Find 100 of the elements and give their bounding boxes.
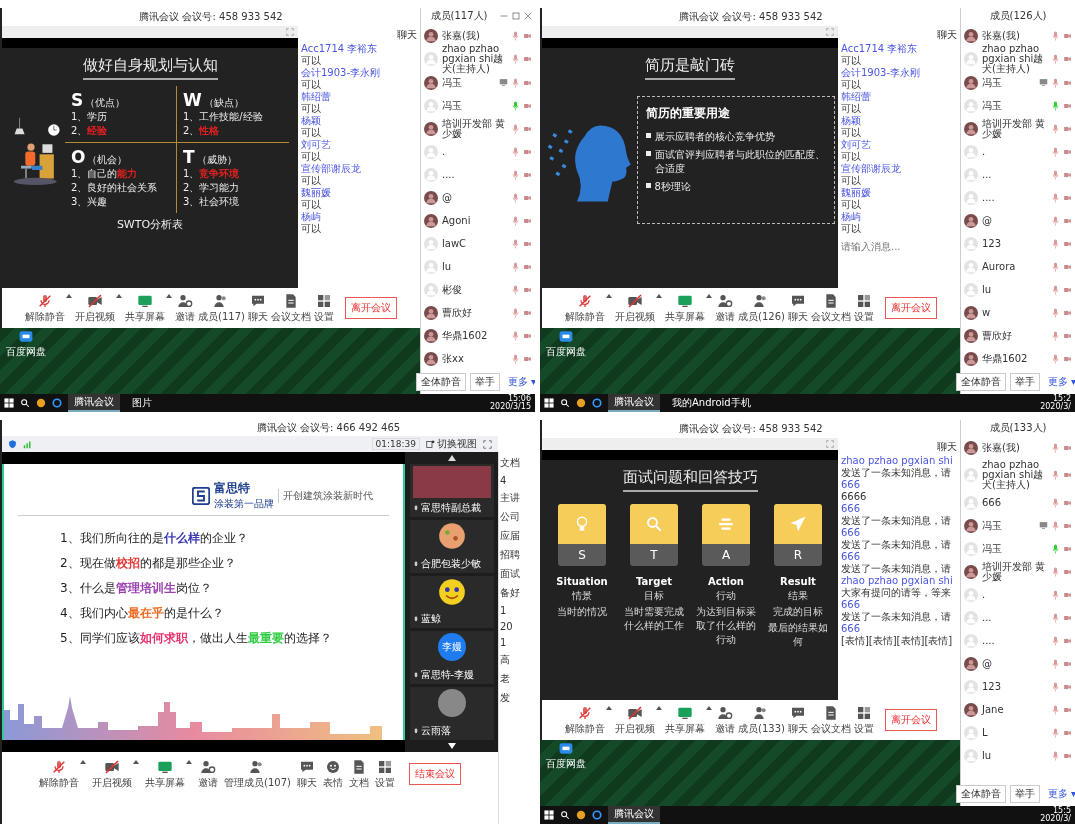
member-action-button[interactable]: 全体静音 bbox=[955, 785, 1006, 803]
muted-mic-icon[interactable] bbox=[1052, 123, 1059, 134]
doc-button[interactable]: 会议文档 bbox=[810, 704, 851, 736]
muted-mic-icon[interactable] bbox=[512, 353, 519, 364]
muted-mic-icon[interactable] bbox=[1052, 704, 1059, 715]
share-button[interactable]: 共享屏幕 bbox=[665, 292, 706, 324]
muted-mic-icon[interactable] bbox=[1052, 307, 1059, 318]
members-button[interactable]: 管理成员(107) bbox=[224, 758, 291, 790]
members-button[interactable]: 成员(126) bbox=[738, 292, 785, 324]
share-button[interactable]: 共享屏幕 bbox=[665, 704, 706, 736]
mic-button[interactable]: 解除静音 bbox=[565, 704, 606, 736]
muted-mic-icon[interactable] bbox=[512, 192, 519, 203]
muted-mic-icon[interactable] bbox=[512, 146, 519, 157]
muted-mic-icon[interactable] bbox=[512, 54, 519, 64]
invite-button[interactable]: 邀请 bbox=[715, 704, 736, 736]
members-button[interactable]: 成员(117) bbox=[198, 292, 245, 324]
share-button[interactable]: 共享屏幕 bbox=[125, 292, 166, 324]
switch-view-button[interactable]: 切换视图 bbox=[426, 437, 477, 451]
video-tile[interactable]: 李嫚 富思特-李嫚 bbox=[409, 631, 494, 685]
settings-button[interactable]: 设置 bbox=[853, 292, 874, 324]
muted-mic-icon[interactable] bbox=[1052, 750, 1059, 761]
video-button[interactable]: 开启视频 bbox=[92, 758, 133, 790]
muted-mic-icon[interactable] bbox=[1052, 284, 1059, 295]
member-action-button[interactable]: 举手 bbox=[469, 373, 500, 391]
muted-mic-icon[interactable] bbox=[1052, 658, 1059, 669]
doc-button[interactable]: 文档 bbox=[348, 758, 369, 790]
muted-mic-icon[interactable] bbox=[512, 30, 519, 41]
leave-meeting-button[interactable]: 离开会议 bbox=[884, 709, 937, 731]
chat-button[interactable]: 聊天 bbox=[787, 292, 808, 324]
muted-mic-icon[interactable] bbox=[512, 123, 519, 134]
video-tile[interactable]: 蓝鲸 bbox=[409, 575, 494, 629]
emoji-button[interactable]: 表情 bbox=[322, 758, 343, 790]
muted-mic-icon[interactable] bbox=[512, 307, 519, 318]
muted-mic-icon[interactable] bbox=[1052, 261, 1059, 272]
muted-mic-icon[interactable] bbox=[512, 238, 519, 249]
leave-meeting-button[interactable]: 离开会议 bbox=[344, 297, 397, 319]
leave-meeting-button[interactable]: 结束会议 bbox=[408, 763, 461, 785]
doc-button[interactable]: 会议文档 bbox=[810, 292, 851, 324]
muted-mic-icon[interactable] bbox=[1052, 612, 1059, 623]
mic-button[interactable]: 解除静音 bbox=[565, 292, 606, 324]
muted-mic-icon[interactable] bbox=[512, 284, 519, 295]
chat-button[interactable]: 聊天 bbox=[247, 292, 268, 324]
muted-mic-icon[interactable] bbox=[1052, 470, 1059, 480]
muted-mic-icon[interactable] bbox=[1052, 497, 1059, 508]
muted-mic-icon[interactable] bbox=[512, 215, 519, 226]
share-button[interactable]: 共享屏幕 bbox=[145, 758, 186, 790]
muted-mic-icon[interactable] bbox=[1052, 146, 1059, 157]
invite-button[interactable]: 邀请 bbox=[198, 758, 219, 790]
settings-button[interactable]: 设置 bbox=[853, 704, 874, 736]
taskbar-app[interactable]: 腾讯会议 bbox=[608, 394, 660, 412]
muted-mic-icon[interactable] bbox=[1052, 54, 1059, 64]
muted-mic-icon[interactable] bbox=[512, 77, 519, 88]
taskbar-app[interactable]: 腾讯会议 bbox=[68, 394, 120, 412]
desktop-icon-label[interactable]: 百度网盘 bbox=[546, 757, 586, 771]
muted-mic-icon[interactable] bbox=[1052, 215, 1059, 226]
muted-mic-icon[interactable] bbox=[1052, 238, 1059, 249]
video-button[interactable]: 开启视频 bbox=[615, 292, 656, 324]
doc-button[interactable]: 会议文档 bbox=[270, 292, 311, 324]
muted-mic-icon[interactable] bbox=[512, 169, 519, 180]
muted-mic-icon[interactable] bbox=[1052, 566, 1059, 577]
muted-mic-icon[interactable] bbox=[1052, 681, 1059, 692]
mic-button[interactable]: 解除静音 bbox=[25, 292, 66, 324]
message-input[interactable]: 请输入消息... bbox=[841, 241, 911, 252]
muted-mic-icon[interactable] bbox=[1052, 77, 1059, 88]
muted-mic-icon[interactable] bbox=[512, 330, 519, 341]
settings-button[interactable]: 设置 bbox=[374, 758, 395, 790]
member-action-button[interactable]: 举手 bbox=[1009, 785, 1040, 803]
muted-mic-icon[interactable] bbox=[1052, 353, 1059, 364]
muted-mic-icon[interactable] bbox=[1052, 442, 1059, 453]
taskbar-app[interactable]: 图片 bbox=[126, 394, 158, 412]
chat-button[interactable]: 聊天 bbox=[787, 704, 808, 736]
mic-button[interactable]: 解除静音 bbox=[39, 758, 80, 790]
mic-icon[interactable] bbox=[1052, 543, 1059, 554]
desktop-icon-label[interactable]: 百度网盘 bbox=[6, 345, 46, 359]
invite-button[interactable]: 邀请 bbox=[715, 292, 736, 324]
muted-mic-icon[interactable] bbox=[1052, 520, 1059, 531]
members-button[interactable]: 成员(133) bbox=[738, 704, 785, 736]
desktop-icon-label[interactable]: 百度网盘 bbox=[546, 345, 586, 359]
muted-mic-icon[interactable] bbox=[1052, 727, 1059, 738]
settings-button[interactable]: 设置 bbox=[313, 292, 334, 324]
muted-mic-icon[interactable] bbox=[1052, 192, 1059, 203]
mic-icon[interactable] bbox=[1052, 100, 1059, 111]
chat-button[interactable]: 聊天 bbox=[296, 758, 317, 790]
taskbar-app[interactable]: 腾讯会议 bbox=[608, 806, 660, 824]
video-tile[interactable]: 富思特副总裁 bbox=[409, 464, 494, 517]
video-button[interactable]: 开启视频 bbox=[615, 704, 656, 736]
invite-button[interactable]: 邀请 bbox=[175, 292, 196, 324]
muted-mic-icon[interactable] bbox=[1052, 589, 1059, 600]
member-action-button[interactable]: 全体静音 bbox=[955, 373, 1006, 391]
muted-mic-icon[interactable] bbox=[1052, 30, 1059, 41]
video-tile[interactable]: 云雨落 bbox=[409, 687, 494, 740]
muted-mic-icon[interactable] bbox=[1052, 169, 1059, 180]
taskbar-app[interactable]: 我的Android手机 bbox=[666, 394, 757, 412]
muted-mic-icon[interactable] bbox=[1052, 635, 1059, 646]
leave-meeting-button[interactable]: 离开会议 bbox=[884, 297, 937, 319]
member-action-button[interactable]: 全体静音 bbox=[415, 373, 466, 391]
mic-icon[interactable] bbox=[512, 100, 519, 111]
video-tile[interactable]: 合肥包装少敏 bbox=[409, 519, 494, 573]
muted-mic-icon[interactable] bbox=[512, 261, 519, 272]
member-action-button[interactable]: 举手 bbox=[1009, 373, 1040, 391]
